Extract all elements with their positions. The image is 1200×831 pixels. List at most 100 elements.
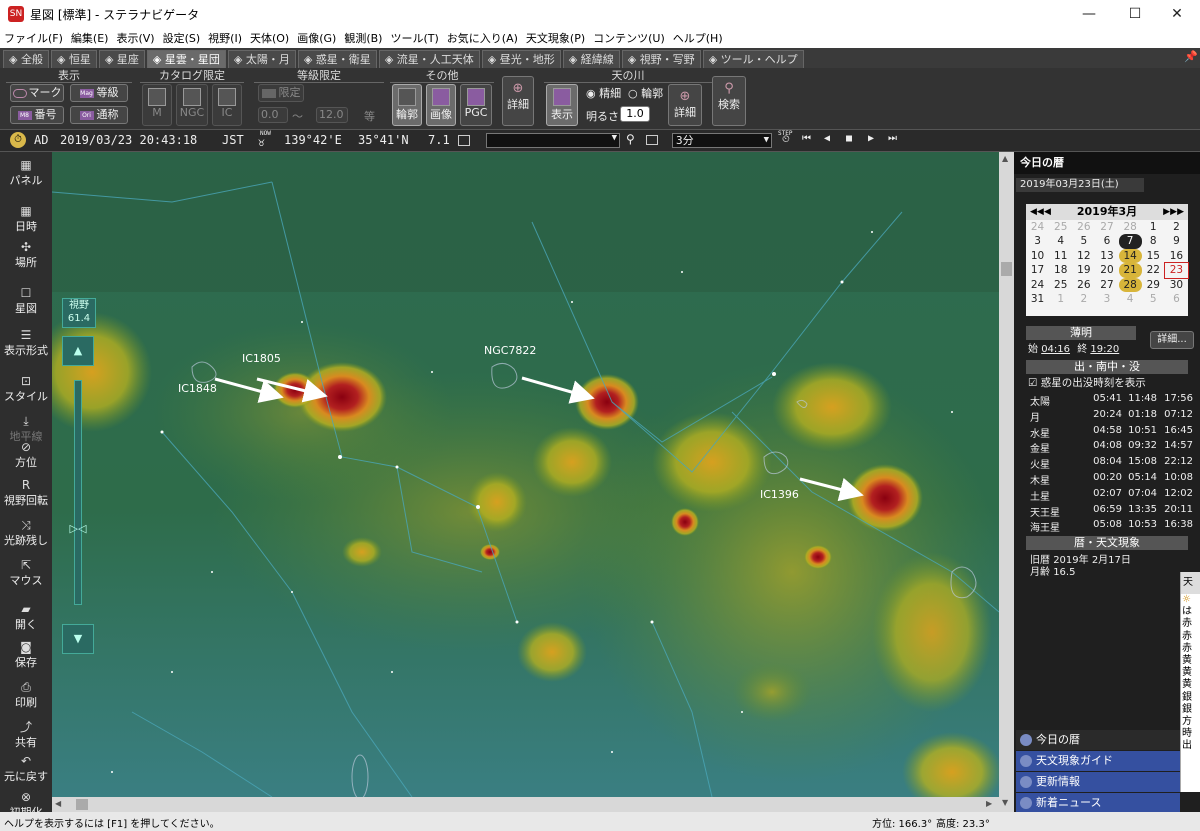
calendar-day[interactable]: 5 bbox=[1142, 292, 1165, 306]
messier-button[interactable]: M bbox=[142, 84, 172, 126]
pgc-button[interactable]: PGC bbox=[460, 84, 492, 126]
close-icon[interactable]: ✕ bbox=[1154, 0, 1200, 28]
toolbar-trail-button[interactable]: ⤨ 光跡残し bbox=[0, 518, 52, 548]
tab-1[interactable]: ◈ 恒星 bbox=[50, 50, 97, 68]
rewind-icon[interactable]: ⏮ bbox=[802, 133, 811, 144]
longitude[interactable]: 139°42'E bbox=[284, 133, 342, 147]
outline-button[interactable]: 輪郭 bbox=[392, 84, 422, 126]
milkyway-show-button[interactable]: 表示 bbox=[546, 84, 578, 126]
calendar-day[interactable]: 23 bbox=[1163, 262, 1189, 279]
panel-link-0[interactable]: 今日の暦 bbox=[1016, 730, 1180, 750]
limit-button[interactable]: 限定 bbox=[258, 84, 304, 102]
calendar-day[interactable]: 8 bbox=[1142, 234, 1165, 248]
calendar-day[interactable]: 17 bbox=[1026, 263, 1049, 277]
sky-canvas[interactable] bbox=[52, 152, 999, 797]
common-name-button[interactable]: Ori 通称 bbox=[70, 106, 128, 124]
calendar-day[interactable]: 5 bbox=[1072, 234, 1095, 248]
zoom-slider-handle[interactable]: ▷◁ bbox=[62, 522, 94, 536]
menu-item[interactable]: 天体(O) bbox=[246, 30, 293, 46]
datetime[interactable]: 2019/03/23 20:43:18 bbox=[60, 133, 197, 147]
toolbar-display-format-button[interactable]: ☰ 表示形式 bbox=[0, 328, 52, 358]
panel-link-2[interactable]: 更新情報 bbox=[1016, 772, 1180, 792]
twilight-start[interactable]: 04:16 bbox=[1041, 344, 1070, 355]
menu-item[interactable]: 天文現象(P) bbox=[522, 30, 589, 46]
calendar-day[interactable]: 31 bbox=[1026, 292, 1049, 306]
zoom-in-button[interactable]: ▲ bbox=[62, 336, 94, 366]
calendar-day[interactable]: 27 bbox=[1095, 278, 1118, 292]
calendar-day[interactable]: 14 bbox=[1118, 248, 1142, 264]
menu-item[interactable]: 設定(S) bbox=[159, 30, 205, 46]
tab-0[interactable]: ◈ 全般 bbox=[3, 50, 49, 68]
calendar-day[interactable]: 26 bbox=[1072, 220, 1095, 234]
outline-radio[interactable]: ○ 輪郭 bbox=[628, 85, 663, 101]
calendar-day[interactable]: 19 bbox=[1072, 263, 1095, 277]
grid-icon[interactable] bbox=[458, 135, 470, 146]
object-search-input[interactable]: ▼ bbox=[486, 133, 620, 148]
fast-forward-icon[interactable]: ⏭ bbox=[888, 133, 897, 144]
stop-icon[interactable]: ■ bbox=[846, 133, 852, 144]
toolbar-datetime-button[interactable]: ▦ 日時 bbox=[0, 204, 52, 234]
calendar-day[interactable]: 28 bbox=[1119, 220, 1142, 234]
toolbar-direction-button[interactable]: ⊘ 方位 bbox=[0, 440, 52, 470]
label-ic1396[interactable]: IC1396 bbox=[760, 488, 799, 501]
ic-button[interactable]: IC bbox=[212, 84, 242, 126]
now-icon[interactable]: ♉ bbox=[258, 136, 265, 149]
panel-link-3[interactable]: 新着ニュース bbox=[1016, 793, 1180, 813]
toolbar-rotate-button[interactable]: R 視野回転 bbox=[0, 478, 52, 508]
prev-year-icon[interactable]: ◀◀ bbox=[1030, 204, 1044, 220]
horizontal-scrollbar[interactable]: ◀ ▶ bbox=[52, 797, 999, 812]
menu-item[interactable]: コンテンツ(U) bbox=[589, 30, 669, 46]
number-button[interactable]: M8 番号 bbox=[10, 106, 64, 124]
label-ngc7822[interactable]: NGC7822 bbox=[484, 344, 536, 357]
menu-item[interactable]: お気に入り(A) bbox=[443, 30, 522, 46]
calendar-day[interactable]: 7 bbox=[1118, 234, 1142, 249]
calendar-day[interactable]: 24 bbox=[1026, 278, 1049, 292]
calendar-day[interactable]: 28 bbox=[1118, 277, 1142, 293]
toolbar-save-button[interactable]: ◙ 保存 bbox=[0, 640, 52, 670]
calendar-day[interactable]: 18 bbox=[1049, 263, 1072, 277]
tab-9[interactable]: ◈ 視野・写野 bbox=[621, 50, 701, 68]
mag-to-input[interactable]: 12.0 bbox=[316, 107, 348, 123]
panel-link-1[interactable]: 天文現象ガイド bbox=[1016, 751, 1180, 771]
fine-radio[interactable]: ◉ 精細 bbox=[586, 85, 621, 101]
toolbar-location-button[interactable]: ✣ 場所 bbox=[0, 240, 52, 270]
step-forward-icon[interactable]: ▶ bbox=[868, 133, 874, 144]
menu-item[interactable]: ファイル(F) bbox=[0, 30, 67, 46]
calendar-day[interactable]: 10 bbox=[1026, 249, 1049, 263]
ngc-button[interactable]: NGC bbox=[176, 84, 208, 126]
calendar-day[interactable]: 29 bbox=[1142, 278, 1165, 292]
menu-item[interactable]: 表示(V) bbox=[112, 30, 158, 46]
scroll-up-icon[interactable]: ▲ bbox=[1002, 154, 1008, 163]
calendar-day[interactable]: 6 bbox=[1095, 234, 1118, 248]
other-detail-button[interactable]: ⊕ 詳細 bbox=[502, 76, 534, 126]
calendar-day[interactable]: 21 bbox=[1118, 263, 1142, 278]
menu-item[interactable]: ヘルプ(H) bbox=[669, 30, 727, 46]
calendar-day[interactable]: 24 bbox=[1026, 220, 1049, 234]
list-icon[interactable] bbox=[646, 135, 658, 145]
calendar-day[interactable]: 1 bbox=[1142, 220, 1165, 234]
horizontal-scroll-thumb[interactable] bbox=[76, 799, 88, 810]
step-select[interactable]: 3分 ▼ bbox=[672, 133, 772, 148]
zoom-out-button[interactable]: ▼ bbox=[62, 624, 94, 654]
calendar-day[interactable]: 30 bbox=[1165, 278, 1188, 292]
tab-10[interactable]: ◈ ツール・ヘルプ bbox=[702, 50, 804, 68]
calendar-day[interactable]: 6 bbox=[1165, 292, 1188, 306]
vertical-scrollbar[interactable]: ▲ ▼ bbox=[999, 152, 1014, 812]
calendar-day[interactable]: 13 bbox=[1095, 249, 1118, 263]
calendar-day[interactable]: 11 bbox=[1049, 249, 1072, 263]
calendar-day[interactable]: 16 bbox=[1165, 249, 1188, 263]
menu-item[interactable]: 観測(B) bbox=[340, 30, 386, 46]
popup-window-edge[interactable]: 天 ☼ は赤赤赤黄黄黄銀銀方時出 bbox=[1180, 572, 1200, 792]
toolbar-share-button[interactable]: ⤴ 共有 bbox=[0, 720, 52, 750]
mark-button[interactable]: マーク bbox=[10, 84, 64, 102]
calendar-day[interactable]: 1 bbox=[1049, 292, 1072, 306]
calendar-day[interactable]: 2 bbox=[1165, 220, 1188, 234]
calendar-day[interactable]: 2 bbox=[1072, 292, 1095, 306]
menu-item[interactable]: 視野(I) bbox=[204, 30, 246, 46]
twilight-detail-button[interactable]: 詳細... bbox=[1150, 331, 1194, 349]
tab-8[interactable]: ◈ 経緯線 bbox=[562, 50, 620, 68]
find-icon[interactable]: ⚲ bbox=[626, 132, 635, 146]
calendar-day[interactable]: 4 bbox=[1119, 292, 1142, 306]
calendar-day[interactable]: 15 bbox=[1142, 249, 1165, 263]
minimize-icon[interactable]: — bbox=[1066, 0, 1112, 28]
